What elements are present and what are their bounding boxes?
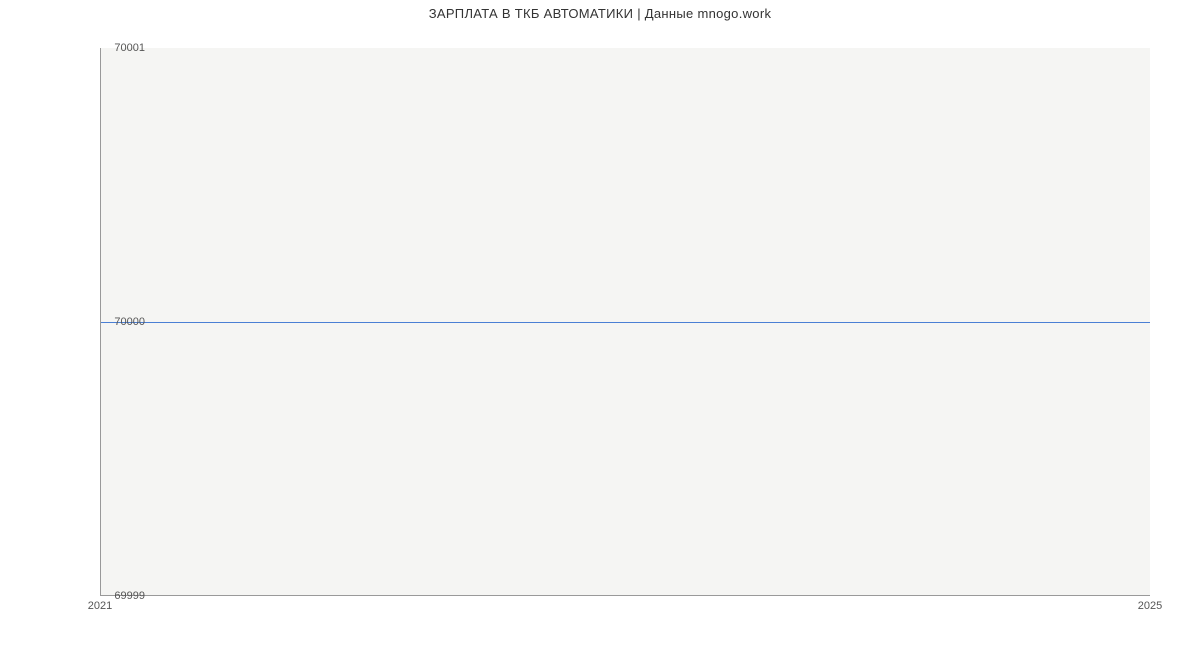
y-tick-top: 70001 bbox=[114, 42, 145, 54]
data-line bbox=[101, 322, 1150, 323]
x-tick-left: 2021 bbox=[88, 600, 112, 612]
plot-area bbox=[100, 48, 1150, 596]
chart-title: ЗАРПЛАТА В ТКБ АВТОМАТИКИ | Данные mnogo… bbox=[0, 0, 1200, 21]
y-tick-bot: 69999 bbox=[114, 590, 145, 602]
chart-plot bbox=[100, 48, 1150, 596]
x-tick-right: 2025 bbox=[1138, 600, 1162, 612]
y-tick-mid: 70000 bbox=[114, 316, 145, 328]
